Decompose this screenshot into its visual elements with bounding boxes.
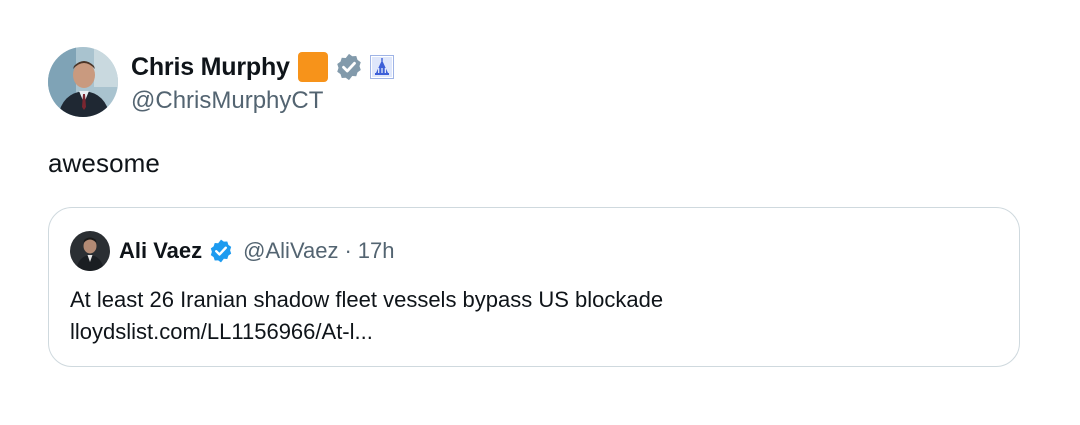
quoted-tweet-link[interactable]: lloydslist.com/LL1156966/At-l... [70,316,663,348]
meta-separator: · [344,238,352,263]
quoted-tweet-body: At least 26 Iranian shadow fleet vessels… [70,284,663,348]
tweet-text: awesome [48,148,160,178]
author-handle[interactable]: @ChrisMurphyCT [131,87,394,115]
tweet: Chris Murphy @ChrisMurphyCT awesome Ali … [0,0,1080,425]
quoted-author-handle[interactable]: @AliVaez [243,238,338,264]
quoted-tweet-text: At least 26 Iranian shadow fleet vessels… [70,287,664,312]
quoted-tweet-time[interactable]: 17h [358,238,395,264]
tweet-author-row: Chris Murphy @ChrisMurphyCT [48,46,394,118]
quoted-author-meta: @AliVaez · 17h [243,238,394,264]
gray-verified-icon[interactable] [334,52,364,82]
quoted-author-avatar[interactable] [70,231,110,271]
author-name-line: Chris Murphy [131,49,394,85]
orange-square-emoji [297,52,328,82]
quoted-tweet-card[interactable]: Ali Vaez @AliVaez · 17h At least 26 Iran… [48,207,1020,367]
quoted-tweet-header: Ali Vaez @AliVaez · 17h [70,231,395,271]
capitol-affiliation-icon[interactable] [369,55,394,79]
quoted-author-name[interactable]: Ali Vaez [119,238,202,264]
author-display-name[interactable]: Chris Murphy [131,53,290,82]
author-text: Chris Murphy @ChrisMurphyCT [131,49,394,115]
blue-verified-icon[interactable] [208,238,234,264]
author-avatar[interactable] [48,47,118,117]
